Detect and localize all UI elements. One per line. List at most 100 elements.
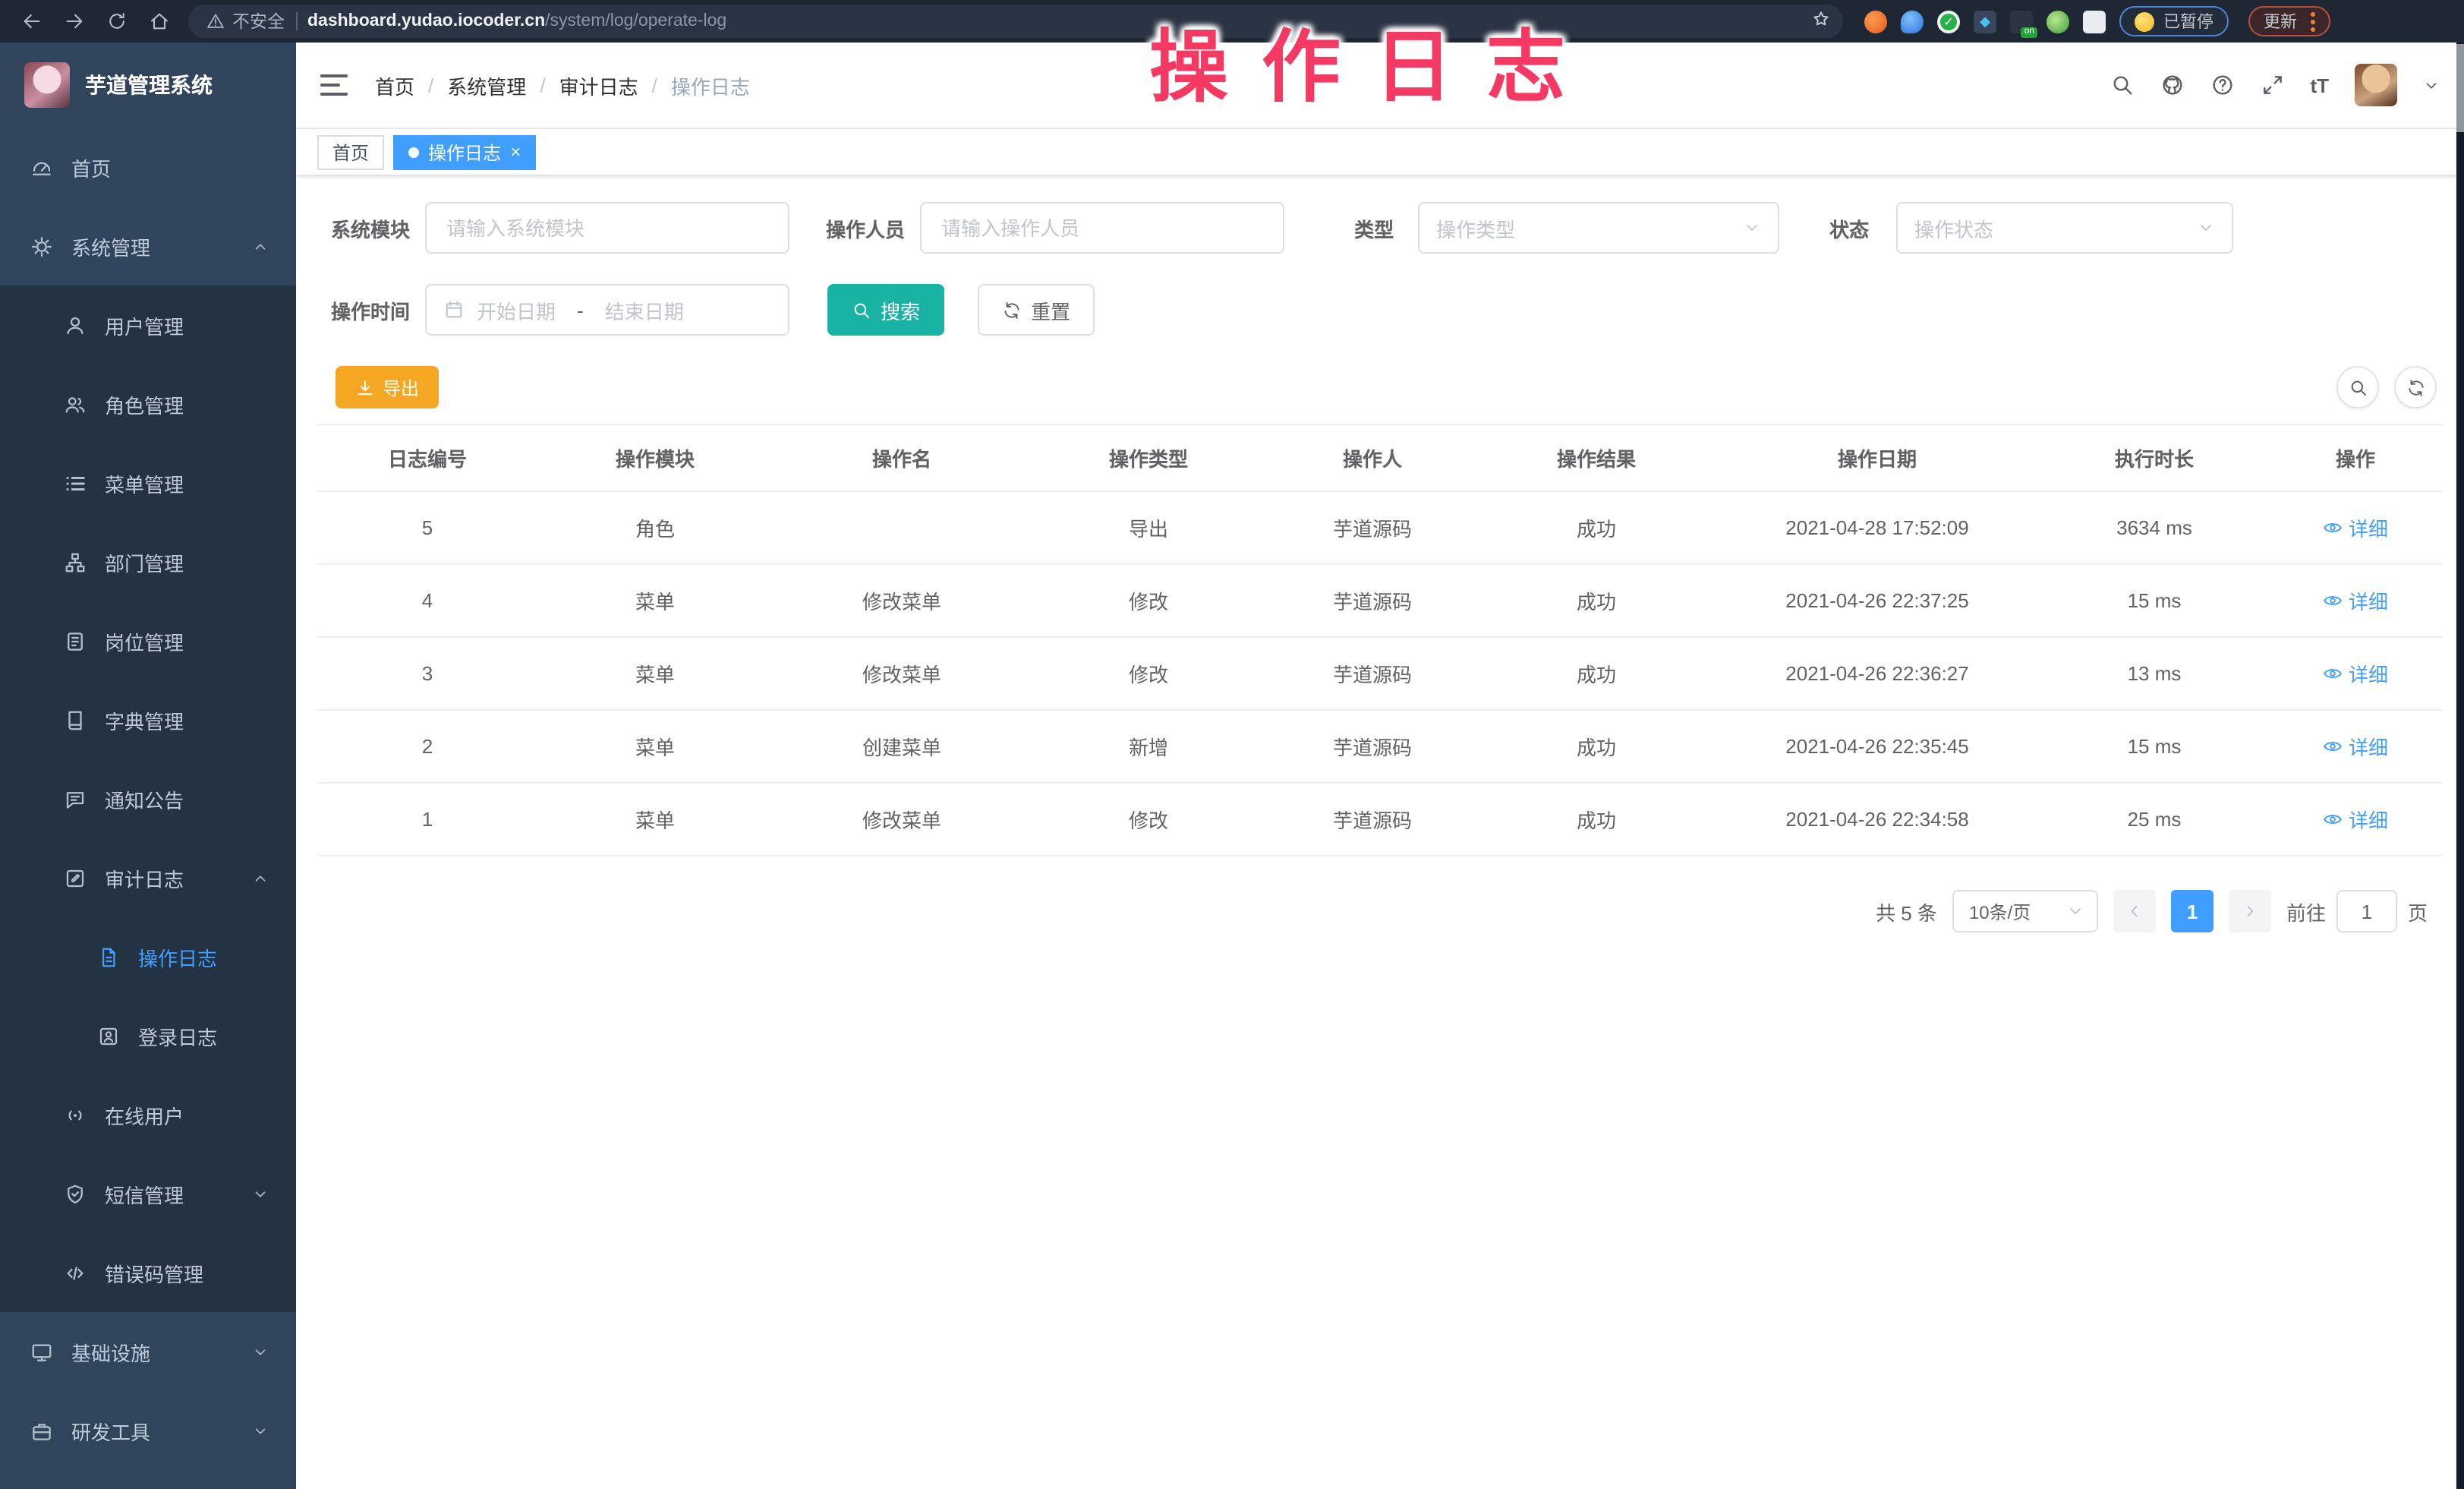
cell-duration: 15 ms [2040, 710, 2268, 783]
cell-module: 角色 [537, 491, 773, 564]
reset-button[interactable]: 重置 [978, 284, 1095, 336]
operator-input[interactable] [920, 202, 1284, 254]
cell-id: 5 [317, 491, 537, 564]
cell-name [773, 491, 1031, 564]
bookmark-star-icon[interactable] [1811, 9, 1831, 33]
tab-operate-log[interactable]: 操作日志 × [393, 134, 536, 169]
emoji-face-icon [2135, 11, 2154, 31]
breadcrumb-item[interactable]: 系统管理 [447, 71, 526, 99]
column-header: 执行时长 [2040, 424, 2268, 491]
cell-action: 详细 [2268, 637, 2443, 710]
user-avatar[interactable] [2355, 64, 2397, 106]
sidebar-item-gear[interactable]: 系统管理 [0, 207, 296, 285]
extension-icon-green-check[interactable]: ✓ [1937, 10, 1960, 33]
prev-page-button[interactable] [2113, 890, 2156, 932]
cell-type: 修改 [1031, 783, 1266, 856]
hamburger-icon[interactable] [320, 74, 348, 96]
detail-link[interactable]: 详细 [2323, 659, 2388, 688]
extensions-puzzle-icon[interactable] [2083, 10, 2106, 33]
scrollbar-thumb[interactable] [2456, 44, 2464, 132]
fullscreen-icon[interactable] [2260, 73, 2284, 97]
status-select[interactable]: 操作状态 [1896, 202, 2233, 254]
breadcrumb-item[interactable]: 首页 [375, 71, 414, 99]
end-date-placeholder: 结束日期 [605, 295, 684, 324]
logo-row[interactable]: 芋道管理系统 [0, 43, 296, 128]
detail-link[interactable]: 详细 [2323, 805, 2388, 834]
date-range-input[interactable]: 开始日期 - 结束日期 [425, 284, 789, 336]
github-icon[interactable] [2160, 73, 2184, 97]
home-icon[interactable] [149, 11, 170, 32]
toggle-search-button[interactable] [2336, 366, 2379, 409]
pagination: 共 5 条 10条/页 1 前往 页 [317, 890, 2428, 932]
warning-icon [206, 12, 225, 30]
sidebar-item-shield[interactable]: 短信管理 [0, 1154, 296, 1233]
close-tab-icon[interactable]: × [510, 143, 521, 161]
sidebar-item-edit[interactable]: 审计日志 [0, 838, 296, 917]
search-button[interactable]: 搜索 [827, 284, 944, 336]
operator-input-field[interactable] [938, 215, 1266, 241]
tree-icon [64, 550, 87, 573]
tab-home[interactable]: 首页 [317, 134, 384, 169]
back-icon[interactable] [21, 11, 43, 32]
filter-row-1: 系统模块 操作人员 类型 操作类型 状态 操作状态 [317, 202, 2443, 254]
cell-result: 成功 [1479, 564, 1714, 637]
extension-icon-orange[interactable] [1864, 10, 1887, 33]
extension-icon-switch-on[interactable] [2010, 10, 2033, 33]
extension-icon-drop[interactable] [1901, 10, 1924, 33]
sidebar-item-tree[interactable]: 部门管理 [0, 522, 296, 601]
sidebar-item-online[interactable]: 在线用户 [0, 1075, 296, 1154]
table-row: 2菜单创建菜单新增芋道源码成功2021-04-26 22:35:4515 ms详… [317, 710, 2443, 783]
cell-id: 3 [317, 637, 537, 710]
detail-link[interactable]: 详细 [2323, 586, 2388, 615]
sidebar-item-dash[interactable]: 首页 [0, 128, 296, 207]
sidebar-item-users[interactable]: 角色管理 [0, 364, 296, 443]
security-warning[interactable]: 不安全 [206, 9, 285, 33]
sidebar-item-menu[interactable]: 菜单管理 [0, 443, 296, 522]
breadcrumb-item[interactable]: 审计日志 [559, 71, 638, 99]
cell-result: 成功 [1479, 637, 1714, 710]
table-body: 5角色导出芋道源码成功2021-04-28 17:52:093634 ms详细4… [317, 491, 2443, 856]
page-size-select[interactable]: 10条/页 [1952, 890, 2098, 932]
extension-paused-pill[interactable]: 已暂停 [2119, 6, 2229, 36]
page-number-1[interactable]: 1 [2171, 890, 2214, 932]
sidebar-item-badge[interactable]: 岗位管理 [0, 601, 296, 680]
detail-link[interactable]: 详细 [2323, 513, 2388, 542]
next-page-button[interactable] [2229, 890, 2271, 932]
chevron-down-icon [2066, 902, 2084, 920]
module-input-field[interactable] [443, 215, 771, 241]
address-divider [295, 12, 297, 30]
goto-page-input[interactable] [2336, 890, 2397, 932]
reload-icon[interactable] [106, 11, 128, 32]
infra-icon [30, 1340, 53, 1363]
type-select[interactable]: 操作类型 [1418, 202, 1779, 254]
detail-link[interactable]: 详细 [2323, 732, 2388, 761]
caret-icon [252, 1343, 269, 1360]
extension-icon-leaf[interactable] [2047, 10, 2069, 33]
module-input[interactable] [425, 202, 789, 254]
forward-icon[interactable] [64, 11, 85, 32]
page-scrollbar[interactable] [2456, 43, 2464, 1489]
sidebar-item-tools[interactable]: 研发工具 [0, 1391, 296, 1470]
start-date-placeholder: 开始日期 [477, 295, 556, 324]
avatar-caret-icon[interactable] [2423, 77, 2440, 93]
sidebar-item-login[interactable]: 登录日志 [0, 996, 296, 1075]
sidebar-item-book[interactable]: 字典管理 [0, 680, 296, 759]
refresh-table-button[interactable] [2394, 366, 2437, 409]
sidebar-item-infra[interactable]: 基础设施 [0, 1312, 296, 1391]
table-toolbar: 导出 [317, 366, 2443, 409]
url: dashboard.yudao.iocoder.cn/system/log/op… [307, 12, 726, 30]
sidebar-item-code[interactable]: 错误码管理 [0, 1233, 296, 1312]
sidebar-item-chat[interactable]: 通知公告 [0, 759, 296, 838]
extension-icon-gem[interactable]: ◆ [1974, 10, 1996, 33]
breadcrumb-item: 操作日志 [671, 71, 750, 99]
search-icon[interactable] [2110, 73, 2134, 97]
chevron-down-icon [1743, 219, 1761, 237]
eye-icon [2323, 591, 2343, 610]
browser-menu-icon[interactable] [2311, 11, 2315, 31]
font-size-icon[interactable]: tT [2310, 74, 2329, 96]
sidebar-item-doc[interactable]: 操作日志 [0, 917, 296, 996]
sidebar-item-user[interactable]: 用户管理 [0, 285, 296, 364]
browser-update-button[interactable]: 更新 [2248, 6, 2330, 36]
help-icon[interactable] [2210, 73, 2234, 97]
export-button[interactable]: 导出 [336, 366, 439, 409]
